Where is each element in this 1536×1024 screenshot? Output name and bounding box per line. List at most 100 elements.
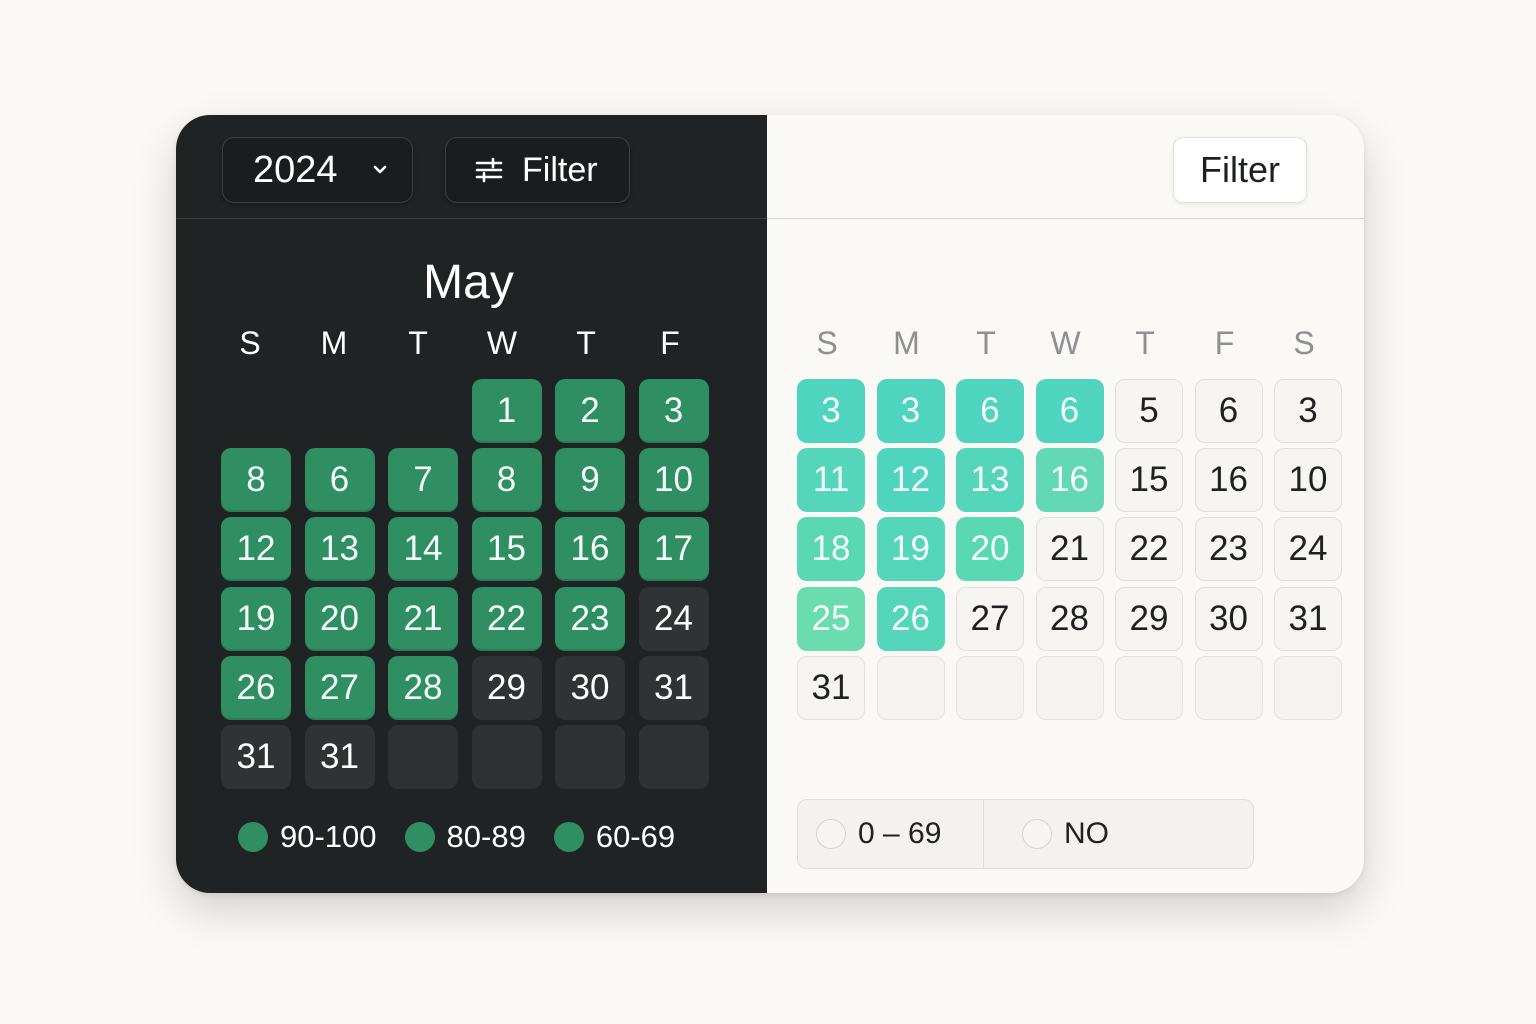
day-cell[interactable]: 3 [797, 379, 865, 443]
day-cell[interactable]: 6 [1194, 379, 1263, 443]
day-cell[interactable]: 29 [471, 655, 542, 720]
day-cell[interactable]: 29 [1115, 586, 1183, 651]
legend-light: 0 – 69 NO [797, 799, 1254, 869]
day-cell[interactable]: 11 [797, 448, 865, 513]
weekday-header-row: SMTWTF [221, 325, 711, 365]
empty-day-cell [1115, 655, 1183, 720]
empty-day-cell [555, 725, 625, 789]
day-cell[interactable]: 31 [304, 725, 375, 789]
day-cell[interactable]: 26 [221, 655, 291, 720]
weekday-label: S [1293, 325, 1315, 361]
year-select[interactable]: 2024 [222, 137, 413, 203]
day-cell[interactable]: 25 [797, 586, 865, 651]
weekday-label: M [893, 325, 920, 361]
day-cell[interactable]: 14 [388, 517, 458, 582]
day-cell[interactable]: 6 [304, 448, 375, 513]
legend-dark: 90-100 80-89 60-69 [238, 817, 703, 857]
day-cell[interactable]: 23 [1194, 517, 1263, 582]
day-cell[interactable]: 17 [638, 517, 709, 582]
chevron-down-icon [373, 165, 387, 174]
legend-label: NO [1064, 817, 1109, 850]
legend-label: 80-89 [446, 819, 526, 854]
day-cell[interactable]: 13 [956, 448, 1024, 513]
light-toolbar: Filter [767, 115, 1364, 219]
day-cell[interactable]: 22 [1115, 517, 1183, 582]
filter-button-dark[interactable]: Filter [445, 137, 630, 203]
day-cell[interactable]: 7 [388, 448, 458, 513]
day-cell[interactable]: 20 [956, 517, 1024, 582]
day-cell[interactable]: 5 [1115, 379, 1183, 443]
day-cell[interactable]: 10 [638, 448, 709, 513]
weekday-label: T [408, 325, 428, 361]
day-cell[interactable]: 16 [1194, 448, 1263, 513]
day-cell[interactable]: 23 [555, 586, 625, 651]
weekday-label: T [976, 325, 996, 361]
day-cell[interactable]: 8 [471, 448, 542, 513]
empty-day-cell [956, 655, 1024, 720]
day-cell[interactable]: 12 [221, 517, 291, 582]
day-cell[interactable]: 21 [388, 586, 458, 651]
empty-day-cell [388, 725, 458, 789]
day-cell[interactable]: 31 [638, 655, 709, 720]
weekday-label: W [486, 325, 518, 361]
empty-day-cell [1035, 655, 1104, 720]
day-cell[interactable]: 6 [1035, 379, 1104, 443]
empty-day-cell [638, 725, 709, 789]
weekday-header-row-light: SMTWTFS [797, 325, 1341, 365]
day-cell[interactable]: 28 [1035, 586, 1104, 651]
day-cell[interactable]: 27 [304, 655, 375, 720]
day-cell[interactable]: 28 [388, 655, 458, 720]
day-cell[interactable]: 12 [876, 448, 945, 513]
day-cell[interactable]: 18 [797, 517, 865, 582]
day-cell[interactable]: 3 [876, 379, 945, 443]
empty-day-cell [471, 725, 542, 789]
day-cell[interactable]: 16 [1035, 448, 1104, 513]
day-cell[interactable]: 31 [797, 655, 865, 720]
legend-item: 60-69 [553, 819, 675, 855]
day-cell[interactable]: 26 [876, 586, 945, 651]
year-select-value: 2024 [253, 148, 338, 191]
day-cell[interactable]: 10 [1274, 448, 1342, 513]
legend-item: 90-100 [238, 819, 377, 855]
day-cell[interactable]: 16 [555, 517, 625, 582]
month-title: May [423, 256, 514, 309]
day-cell[interactable]: 20 [304, 586, 375, 651]
weekday-label: T [1135, 325, 1155, 361]
day-cell[interactable]: 19 [221, 586, 291, 651]
day-cell[interactable]: 1 [471, 379, 542, 443]
dark-calendar-panel: 2024 Filter May SMTWTF 1 2 3 8 6 7 8 9 10 12 13 14 1… [176, 115, 767, 893]
weekday-label: S [816, 325, 838, 361]
day-cell[interactable]: 13 [304, 517, 375, 582]
weekday-label: T [576, 325, 596, 361]
day-cell[interactable]: 30 [555, 655, 625, 720]
day-cell[interactable]: 21 [1035, 517, 1104, 582]
day-cell[interactable]: 27 [956, 586, 1024, 651]
calendar-card: 2024 Filter May SMTWTF 1 2 3 8 6 7 8 9 10 12 13 14 1… [176, 115, 1364, 893]
legend-item: 80-89 [404, 819, 526, 855]
day-cell[interactable]: 30 [1194, 586, 1263, 651]
legend-item[interactable]: 0 – 69 [798, 800, 984, 868]
day-cell[interactable]: 3 [638, 379, 709, 443]
day-cell[interactable]: 9 [555, 448, 625, 513]
day-cell[interactable]: 24 [1274, 517, 1342, 582]
day-cell[interactable]: 8 [221, 448, 291, 513]
empty-day-cell [876, 655, 945, 720]
light-calendar-panel: Filter SMTWTFS 3 3 6 6 5 6 3 11 12 13 16 15 16 10 18 19… [767, 115, 1364, 893]
day-cell[interactable]: 3 [1274, 379, 1342, 443]
day-cell[interactable]: 15 [471, 517, 542, 582]
legend-item[interactable]: NO [984, 800, 1109, 868]
day-cell[interactable]: 24 [638, 586, 709, 651]
day-cell[interactable]: 31 [221, 725, 291, 789]
day-cell[interactable]: 6 [956, 379, 1024, 443]
day-cell[interactable]: 22 [471, 586, 542, 651]
day-cell[interactable]: 19 [876, 517, 945, 582]
day-cell[interactable]: 15 [1115, 448, 1183, 513]
filter-button-light[interactable]: Filter [1173, 137, 1307, 203]
filter-button-light-label: Filter [1200, 149, 1280, 190]
day-cell[interactable]: 2 [555, 379, 625, 443]
weekday-label: M [320, 325, 348, 361]
day-cell[interactable]: 31 [1274, 586, 1342, 651]
dark-toolbar: 2024 Filter [176, 115, 767, 219]
legend-swatch-icon [1022, 819, 1052, 849]
legend-dot-icon [553, 822, 584, 852]
